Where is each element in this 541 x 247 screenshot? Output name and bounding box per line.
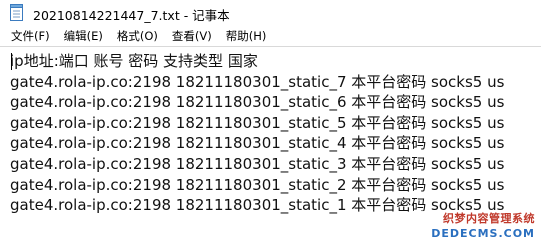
text-line: gate4.rola-ip.co:2198 18211180301_static… — [10, 72, 505, 91]
menu-view[interactable]: 查看(V) — [167, 27, 217, 45]
menu-format[interactable]: 格式(O) — [112, 27, 163, 45]
text-line: gate4.rola-ip.co:2198 18211180301_static… — [10, 93, 505, 112]
text-caret — [11, 53, 12, 70]
menu-help[interactable]: 帮助(H) — [221, 27, 272, 45]
text-line: gate4.rola-ip.co:2198 18211180301_static… — [10, 134, 505, 153]
window-title: 20210814221447_7.txt - 记事本 — [33, 8, 230, 23]
notepad-icon — [10, 4, 23, 21]
menu-edit[interactable]: 编辑(E) — [59, 27, 108, 45]
text-line-header: ip地址:端口 账号 密码 支持类型 国家 — [10, 52, 258, 70]
text-line: gate4.rola-ip.co:2198 18211180301_static… — [10, 154, 505, 173]
watermark-text-cn: 织梦内容管理系统 — [443, 212, 535, 225]
watermark: 织梦内容管理系统 DEDECMS.COM — [419, 211, 539, 245]
menu-file[interactable]: 文件(F) — [6, 27, 55, 45]
text-line: gate4.rola-ip.co:2198 18211180301_static… — [10, 113, 505, 132]
title-bar: 20210814221447_7.txt - 记事本 — [0, 0, 541, 26]
menu-bar: 文件(F) 编辑(E) 格式(O) 查看(V) 帮助(H) — [0, 26, 541, 46]
watermark-text-en: DEDECMS.COM — [431, 227, 535, 240]
text-line: gate4.rola-ip.co:2198 18211180301_static… — [10, 175, 505, 194]
